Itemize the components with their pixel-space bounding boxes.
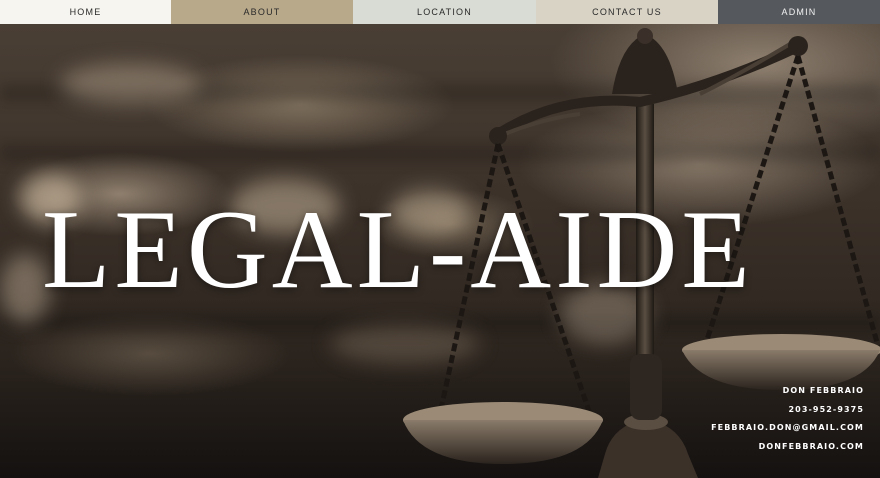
contact-phone[interactable]: 203-952-9375 xyxy=(711,401,864,420)
contact-email[interactable]: FEBBRAIO.DON@GMAIL.COM xyxy=(711,419,864,438)
nav-location[interactable]: LOCATION xyxy=(353,0,536,24)
site-title: LEGAL-AIDE xyxy=(42,188,754,312)
nav-admin[interactable]: ADMIN xyxy=(718,0,880,24)
top-nav: HOME ABOUT LOCATION CONTACT US ADMIN xyxy=(0,0,880,24)
nav-contact-us[interactable]: CONTACT US xyxy=(536,0,718,24)
nav-about[interactable]: ABOUT xyxy=(171,0,353,24)
nav-home[interactable]: HOME xyxy=(0,0,171,24)
contact-website[interactable]: DONFEBBRAIO.COM xyxy=(711,438,864,457)
hero-banner: LEGAL-AIDE DON FEBBRAIO 203-952-9375 FEB… xyxy=(0,24,880,478)
contact-info: DON FEBBRAIO 203-952-9375 FEBBRAIO.DON@G… xyxy=(711,382,864,456)
contact-name: DON FEBBRAIO xyxy=(782,386,864,395)
